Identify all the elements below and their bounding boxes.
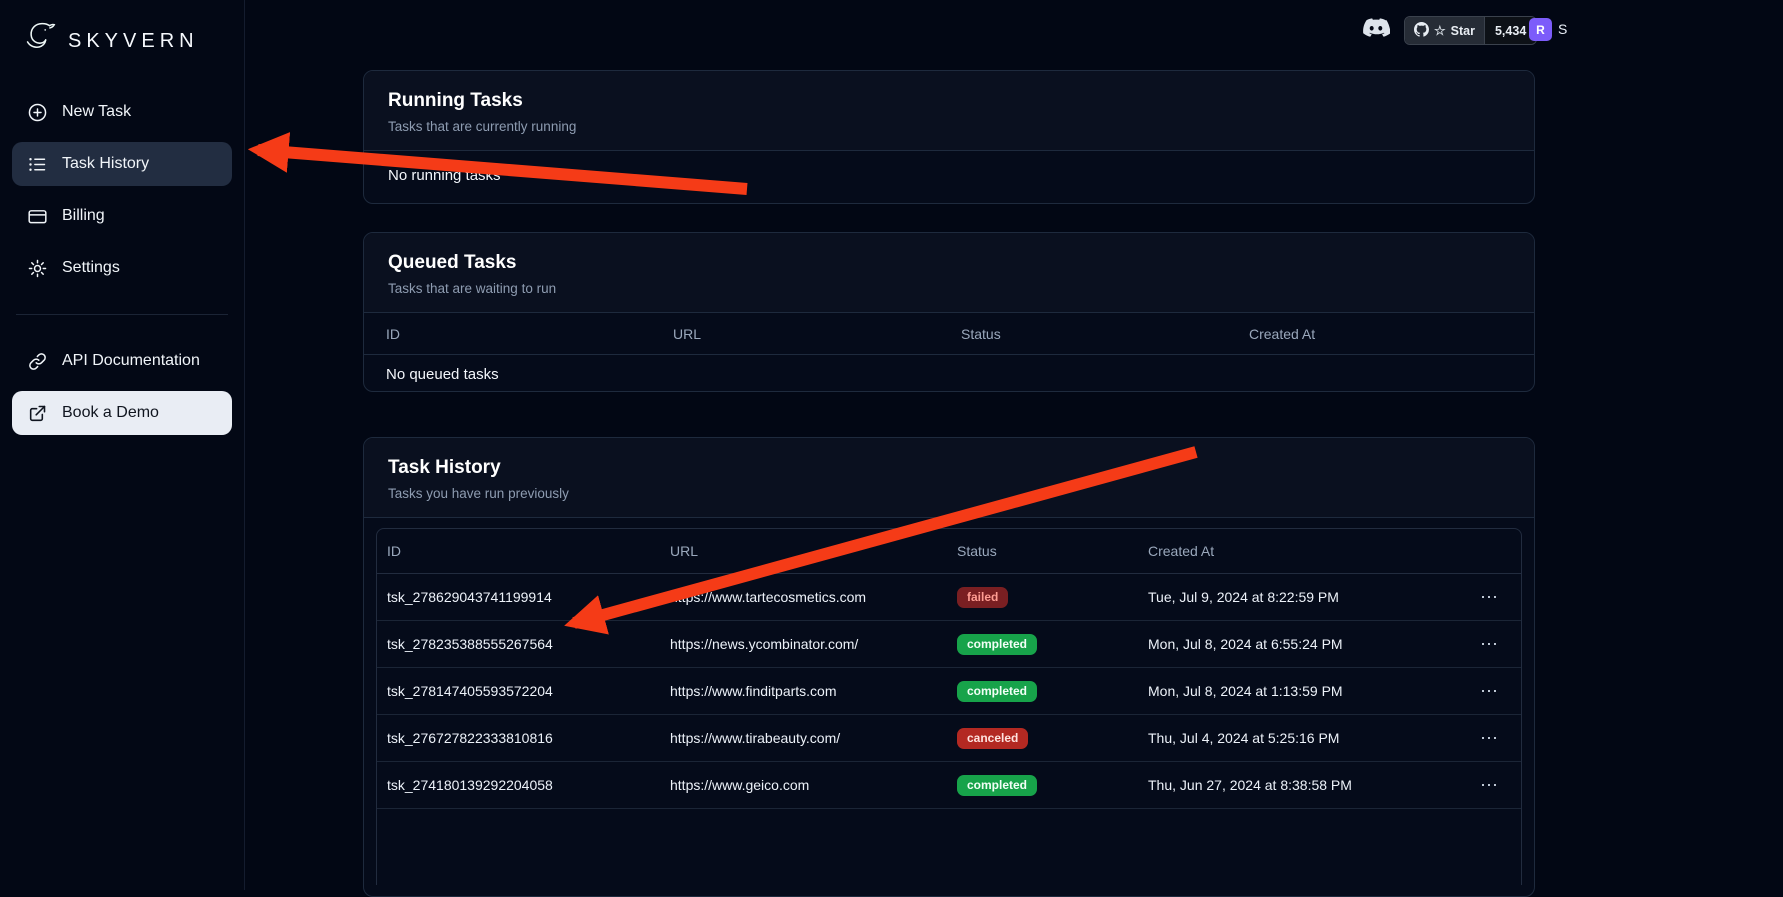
row-actions-button[interactable]: ⋯: [1471, 630, 1507, 658]
card-subtitle: Tasks that are waiting to run: [388, 281, 1510, 297]
github-star-button[interactable]: ☆ Star 5,434: [1404, 16, 1537, 45]
sidebar-item-settings[interactable]: Settings: [12, 246, 232, 290]
sidebar-item-label: API Documentation: [62, 352, 200, 370]
table-row[interactable]: tsk_278629043741199914 https://www.tarte…: [377, 574, 1521, 621]
task-id: tsk_278147405593572204: [387, 683, 670, 699]
discord-icon[interactable]: [1362, 18, 1390, 40]
task-url: https://www.finditparts.com: [670, 683, 957, 699]
status-badge: completed: [957, 634, 1037, 655]
column-header-created-at: Created At: [1148, 543, 1465, 559]
running-tasks-header: Running Tasks Tasks that are currently r…: [364, 71, 1534, 151]
queued-tasks-empty-text: No queued tasks: [364, 355, 1534, 392]
task-created-at: Mon, Jul 8, 2024 at 1:13:59 PM: [1148, 683, 1465, 699]
sidebar-item-label: Task History: [62, 155, 149, 173]
task-url: https://www.geico.com: [670, 777, 957, 793]
row-actions-button[interactable]: ⋯: [1471, 583, 1507, 611]
sidebar: SKYVERN New Task Task History: [0, 0, 245, 890]
history-table-header: ID URL Status Created At: [377, 529, 1521, 574]
table-row[interactable]: tsk_278147405593572204 https://www.findi…: [377, 668, 1521, 715]
running-tasks-empty-text: No running tasks: [364, 151, 1534, 200]
brand-logo[interactable]: SKYVERN: [12, 14, 232, 68]
task-created-at: Thu, Jun 27, 2024 at 8:38:58 PM: [1148, 777, 1465, 793]
sidebar-item-label: Book a Demo: [62, 404, 159, 422]
sidebar-item-label: Billing: [62, 207, 105, 225]
partial-user-text: S: [1558, 21, 1567, 37]
queued-tasks-header: Queued Tasks Tasks that are waiting to r…: [364, 233, 1534, 313]
list-icon: [26, 153, 48, 175]
column-header-id: ID: [386, 326, 673, 342]
task-history-table: ID URL Status Created At tsk_27862904374…: [376, 528, 1522, 885]
task-created-at: Mon, Jul 8, 2024 at 6:55:24 PM: [1148, 636, 1465, 652]
task-url: https://news.ycombinator.com/: [670, 636, 957, 652]
card-subtitle: Tasks that are currently running: [388, 119, 1510, 135]
task-created-at: Thu, Jul 4, 2024 at 5:25:16 PM: [1148, 730, 1465, 746]
credit-card-icon: [26, 205, 48, 227]
queued-tasks-card: Queued Tasks Tasks that are waiting to r…: [363, 232, 1535, 392]
sidebar-item-api-documentation[interactable]: API Documentation: [12, 339, 232, 383]
skyvern-dragon-icon: [18, 18, 60, 65]
avatar-initial: R: [1536, 23, 1545, 37]
status-badge: completed: [957, 681, 1037, 702]
column-header-id: ID: [387, 543, 670, 559]
row-actions-button[interactable]: ⋯: [1471, 771, 1507, 799]
task-history-card: Task History Tasks you have run previous…: [363, 437, 1535, 897]
column-header-url: URL: [673, 326, 961, 342]
sidebar-item-label: Settings: [62, 259, 120, 277]
sidebar-item-new-task[interactable]: New Task: [12, 90, 232, 134]
table-row[interactable]: tsk_278235388555267564 https://news.ycom…: [377, 621, 1521, 668]
sidebar-item-billing[interactable]: Billing: [12, 194, 232, 238]
status-badge: failed: [957, 587, 1008, 608]
task-id: tsk_278629043741199914: [387, 589, 670, 605]
status-badge: completed: [957, 775, 1037, 796]
star-icon: ☆: [1434, 24, 1446, 37]
row-actions-button[interactable]: ⋯: [1471, 677, 1507, 705]
card-title: Running Tasks: [388, 90, 1510, 112]
link-icon: [26, 350, 48, 372]
github-mark-icon: [1414, 22, 1429, 40]
sidebar-item-task-history[interactable]: Task History: [12, 142, 232, 186]
column-header-url: URL: [670, 543, 957, 559]
github-star-segment[interactable]: ☆ Star: [1405, 17, 1484, 44]
task-history-header: Task History Tasks you have run previous…: [364, 438, 1534, 518]
sidebar-item-label: New Task: [62, 103, 131, 121]
card-title: Queued Tasks: [388, 252, 1510, 274]
gear-icon: [26, 257, 48, 279]
running-tasks-card: Running Tasks Tasks that are currently r…: [363, 70, 1535, 204]
row-actions-button[interactable]: ⋯: [1471, 724, 1507, 752]
brand-name: SKYVERN: [68, 30, 199, 53]
task-id: tsk_278235388555267564: [387, 636, 670, 652]
github-star-count-value: 5,434: [1495, 24, 1526, 38]
column-header-status: Status: [957, 543, 1148, 559]
avatar[interactable]: R: [1529, 18, 1552, 41]
table-row[interactable]: tsk_274180139292204058 https://www.geico…: [377, 762, 1521, 809]
card-subtitle: Tasks you have run previously: [388, 486, 1510, 502]
plus-circle-icon: [26, 101, 48, 123]
primary-nav: New Task Task History Billing: [12, 90, 232, 435]
queued-table-header: ID URL Status Created At: [364, 313, 1534, 355]
task-url: https://www.tartecosmetics.com: [670, 589, 957, 605]
task-created-at: Tue, Jul 9, 2024 at 8:22:59 PM: [1148, 589, 1465, 605]
task-id: tsk_276727822333810816: [387, 730, 670, 746]
task-url: https://www.tirabeauty.com/: [670, 730, 957, 746]
card-title: Task History: [388, 457, 1510, 479]
github-star-label: Star: [1451, 24, 1475, 38]
column-header-created-at: Created At: [1249, 326, 1534, 342]
column-header-status: Status: [961, 326, 1249, 342]
task-id: tsk_274180139292204058: [387, 777, 670, 793]
external-link-icon: [26, 402, 48, 424]
status-badge: canceled: [957, 728, 1028, 749]
table-row[interactable]: tsk_276727822333810816 https://www.tirab…: [377, 715, 1521, 762]
sidebar-item-book-a-demo[interactable]: Book a Demo: [12, 391, 232, 435]
sidebar-divider: [16, 314, 228, 315]
